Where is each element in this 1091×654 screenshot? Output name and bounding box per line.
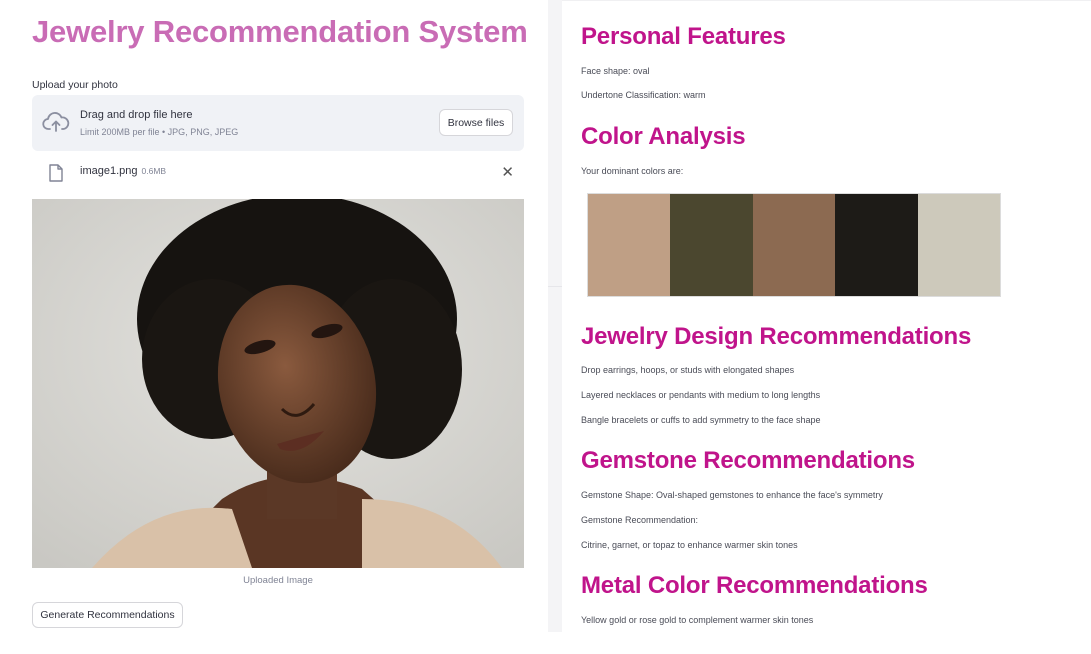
dominant-color-palette [587,193,1001,297]
metal-color-heading: Metal Color Recommendations [581,572,928,599]
file-size: 0.6MB [141,166,167,176]
browse-files-button[interactable]: Browse files [439,109,513,136]
face-shape-text: Face shape: oval [581,66,650,76]
bottom-margin [0,632,1091,654]
undertone-text: Undertone Classification: warm [581,90,706,100]
gemstone-shape-text: Gemstone Shape: Oval-shaped gemstones to… [581,490,883,500]
uploaded-file-row: image1.png 0.6MB ✕ [32,160,524,184]
color-swatch [917,194,1001,296]
gemstone-heading: Gemstone Recommendations [581,447,915,474]
image-caption: Uploaded Image [243,575,313,586]
personal-features-heading: Personal Features [581,23,786,50]
uploaded-photo [32,199,524,568]
dropzone-limits: Limit 200MB per file • JPG, PNG, JPEG [80,127,239,137]
metal-recommendation-text: Yellow gold or rose gold to complement w… [581,615,814,625]
design-item: Bangle bracelets or cuffs to add symmetr… [581,415,821,425]
color-swatch [588,194,671,296]
design-item: Drop earrings, hoops, or studs with elon… [581,365,795,375]
file-icon [49,164,63,182]
panel-divider [548,0,562,632]
panel-divider-line [548,286,562,287]
design-item: Layered necklaces or pendants with mediu… [581,390,821,400]
page-title: Jewelry Recommendation System [32,14,528,49]
color-swatch [835,194,918,296]
gemstone-recommendation-text: Citrine, garnet, or topaz to enhance war… [581,540,798,550]
file-dropzone[interactable]: Drag and drop file here Limit 200MB per … [32,95,524,151]
color-analysis-heading: Color Analysis [581,123,746,150]
generate-recommendations-button[interactable]: Generate Recommendations [32,602,183,628]
input-panel: Jewelry Recommendation System Upload you… [0,0,548,632]
file-name-text: image1.png [80,165,138,177]
close-icon[interactable]: ✕ [501,163,514,181]
dropzone-title: Drag and drop file here [80,109,193,121]
portrait-image [32,199,524,568]
color-swatch [670,194,753,296]
file-name: image1.png 0.6MB [80,165,166,177]
upload-label: Upload your photo [32,79,118,91]
gemstone-label: Gemstone Recommendation: [581,515,699,525]
dominant-colors-intro: Your dominant colors are: [581,166,684,176]
jewelry-design-heading: Jewelry Design Recommendations [581,323,972,350]
cloud-upload-icon [42,112,70,132]
color-swatch [752,194,836,296]
